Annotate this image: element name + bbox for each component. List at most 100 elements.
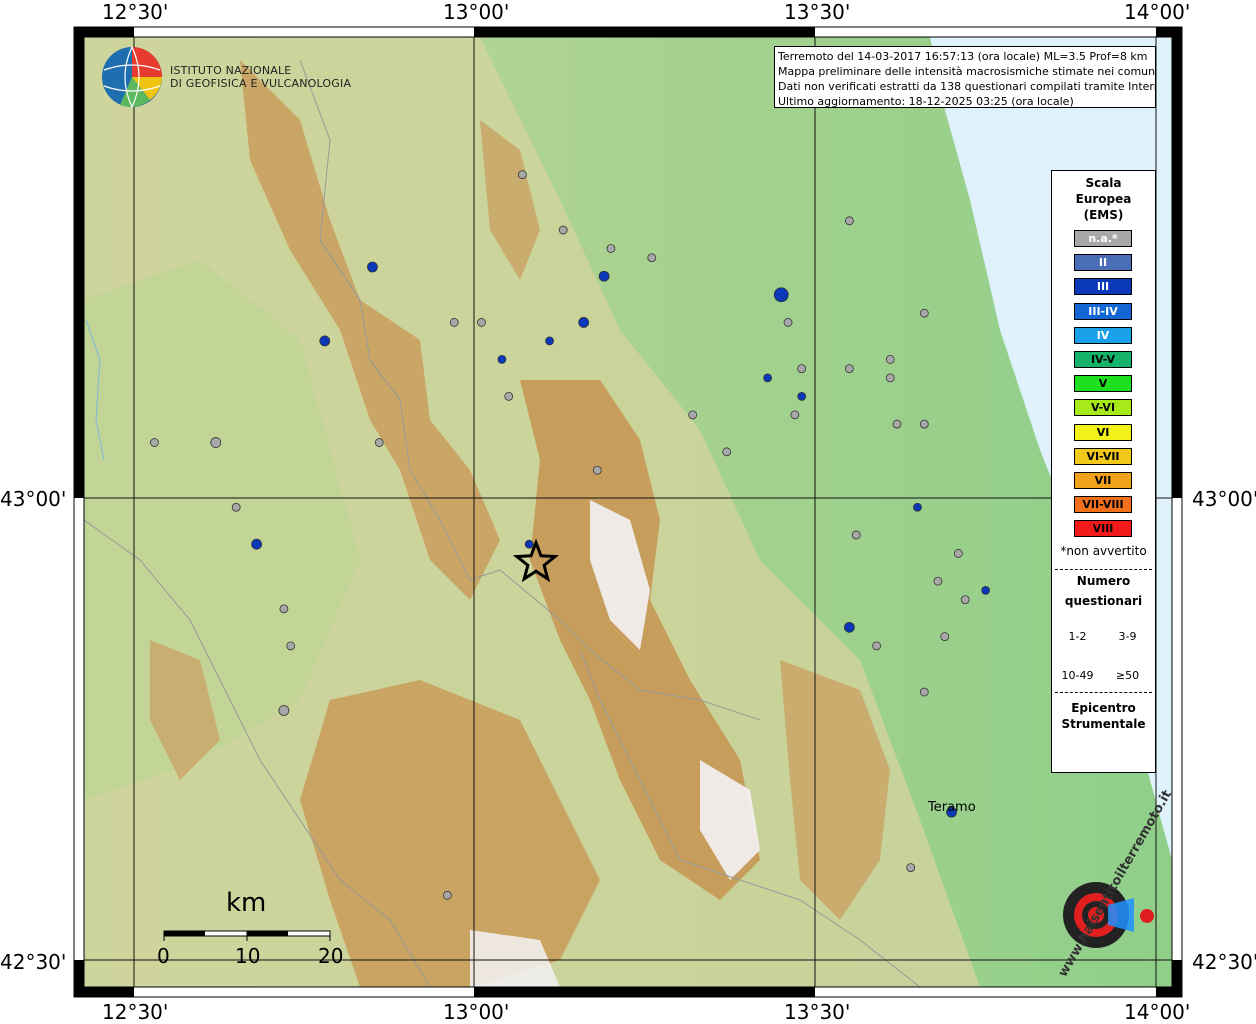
ems-swatch: VII-VIII (1074, 496, 1132, 514)
institute-line-1: ISTITUTO NAZIONALE (170, 64, 292, 77)
intensity-point (885, 354, 895, 364)
ems-swatch: III (1074, 278, 1132, 296)
ems-swatch: VI-VII (1074, 447, 1132, 465)
intensity-point (919, 308, 929, 318)
intensity-point (449, 318, 459, 327)
legend-divider (1055, 692, 1152, 693)
legend: Scala Europea (EMS) n.a.* II III III-IV IV IV… (1051, 170, 1156, 773)
intensity-point (872, 641, 882, 651)
intensity-point (940, 632, 950, 641)
intensity-point (773, 287, 789, 303)
ems-swatch: VI (1074, 423, 1132, 441)
questionnaires-title-1: Numero (1076, 574, 1131, 588)
intensity-point (504, 391, 514, 401)
intensity-point (606, 244, 616, 253)
intensity-point (913, 502, 922, 512)
lat-label-right: 43°00' (1192, 487, 1256, 511)
event-info-line: Ultimo aggiornamento: 18-12-2025 03:25 (… (778, 95, 1074, 108)
event-info-box: Terremoto del 14-03-2017 16:57:13 (ora l… (774, 46, 1156, 108)
lon-label-top: 13°30' (784, 0, 851, 24)
intensity-point (598, 270, 610, 282)
intensity-point (210, 437, 222, 448)
intensity-point (497, 354, 507, 364)
intensity-point (578, 317, 590, 328)
event-info-line: Terremoto del 14-03-2017 16:57:13 (ora l… (778, 50, 1148, 63)
intensity-point (843, 621, 855, 633)
intensity-point (844, 216, 854, 226)
intensity-point (797, 364, 807, 374)
intensity-point (374, 438, 384, 447)
intensity-point (919, 419, 929, 429)
legend-title-3: (EMS) (1083, 208, 1124, 222)
ems-swatch: VIII (1074, 520, 1132, 538)
lon-label-bottom: 12°30' (102, 1000, 169, 1024)
intensity-point (953, 549, 963, 558)
intensity-point (279, 604, 289, 614)
intensity-point (981, 586, 991, 595)
intensity-point (442, 890, 452, 900)
intensity-point (477, 318, 486, 327)
lat-label-right: 42°30' (1192, 950, 1256, 974)
size-label-4: ≥50 (1115, 669, 1140, 682)
lon-label-top: 14°00' (1124, 0, 1191, 24)
intensity-point (251, 538, 263, 550)
ems-swatch: V (1074, 375, 1132, 393)
questionnaires-title-2: questionari (1064, 594, 1143, 608)
intensity-point (892, 419, 902, 429)
intensity-point (688, 410, 698, 420)
intensity-point (592, 465, 602, 475)
intensity-point (231, 502, 241, 512)
intensity-point (278, 705, 290, 716)
lon-label-top: 13°00' (443, 0, 510, 24)
ems-swatch: IV (1074, 326, 1132, 344)
lon-label-top: 12°30' (102, 0, 169, 24)
ingv-logo (102, 46, 162, 108)
lon-label-bottom: 13°30' (784, 1000, 851, 1024)
intensity-point (517, 170, 527, 180)
intensity-point (722, 447, 732, 457)
scale-label: 0 (157, 944, 170, 968)
epicenter-title-1: Epicentro (1071, 701, 1136, 715)
intensity-point (558, 225, 568, 235)
institute-line-2: DI GEOFISICA E VULCANOLOGIA (170, 77, 352, 90)
scale-unit: km (226, 888, 267, 918)
intensity-point (647, 253, 657, 263)
size-label-2: 3-9 (1118, 630, 1137, 643)
intensity-point (906, 863, 916, 872)
intensity-point (885, 373, 895, 383)
intensity-point (763, 373, 773, 383)
intensity-point (790, 410, 800, 420)
intensity-point (545, 336, 554, 346)
intensity-point (797, 391, 807, 401)
legend-divider (1055, 569, 1152, 570)
intensity-point (844, 364, 854, 374)
scale-label: 10 (235, 944, 261, 968)
lon-label-bottom: 14°00' (1124, 1000, 1191, 1024)
intensity-point (150, 438, 159, 447)
ems-swatch: V-VI (1074, 399, 1132, 417)
intensity-point (919, 687, 929, 697)
ems-swatch: IV-V (1074, 351, 1132, 368)
town-label-teramo: Teramo (928, 800, 976, 815)
lat-label-left: 42°30' (0, 950, 67, 974)
event-info-line: Dati non verificati estratti da 138 ques… (778, 80, 1156, 93)
intensity-point (319, 335, 331, 347)
intensity-point (851, 530, 861, 540)
intensity-point (524, 539, 534, 549)
scale-label: 20 (318, 944, 344, 968)
epicenter-title-2: Strumentale (1061, 717, 1146, 731)
intensity-point (286, 641, 296, 651)
intensity-point (367, 261, 378, 273)
legend-title-2: Europea (1075, 192, 1132, 206)
lat-label-left: 43°00' (0, 487, 67, 511)
not-felt-note: *non avvertito (1060, 544, 1147, 558)
event-info-line: Mappa preliminare delle intensità macros… (778, 65, 1156, 78)
ems-swatch: VII (1074, 472, 1132, 489)
terrain (84, 37, 1172, 987)
intensity-point (783, 318, 793, 327)
legend-title-1: Scala (1085, 176, 1122, 190)
intensity-point (933, 576, 943, 586)
intensity-point (960, 595, 970, 605)
institute-name: ISTITUTO NAZIONALE DI GEOFISICA E VULCAN… (170, 64, 351, 90)
ems-swatch: n.a.* (1074, 230, 1132, 247)
